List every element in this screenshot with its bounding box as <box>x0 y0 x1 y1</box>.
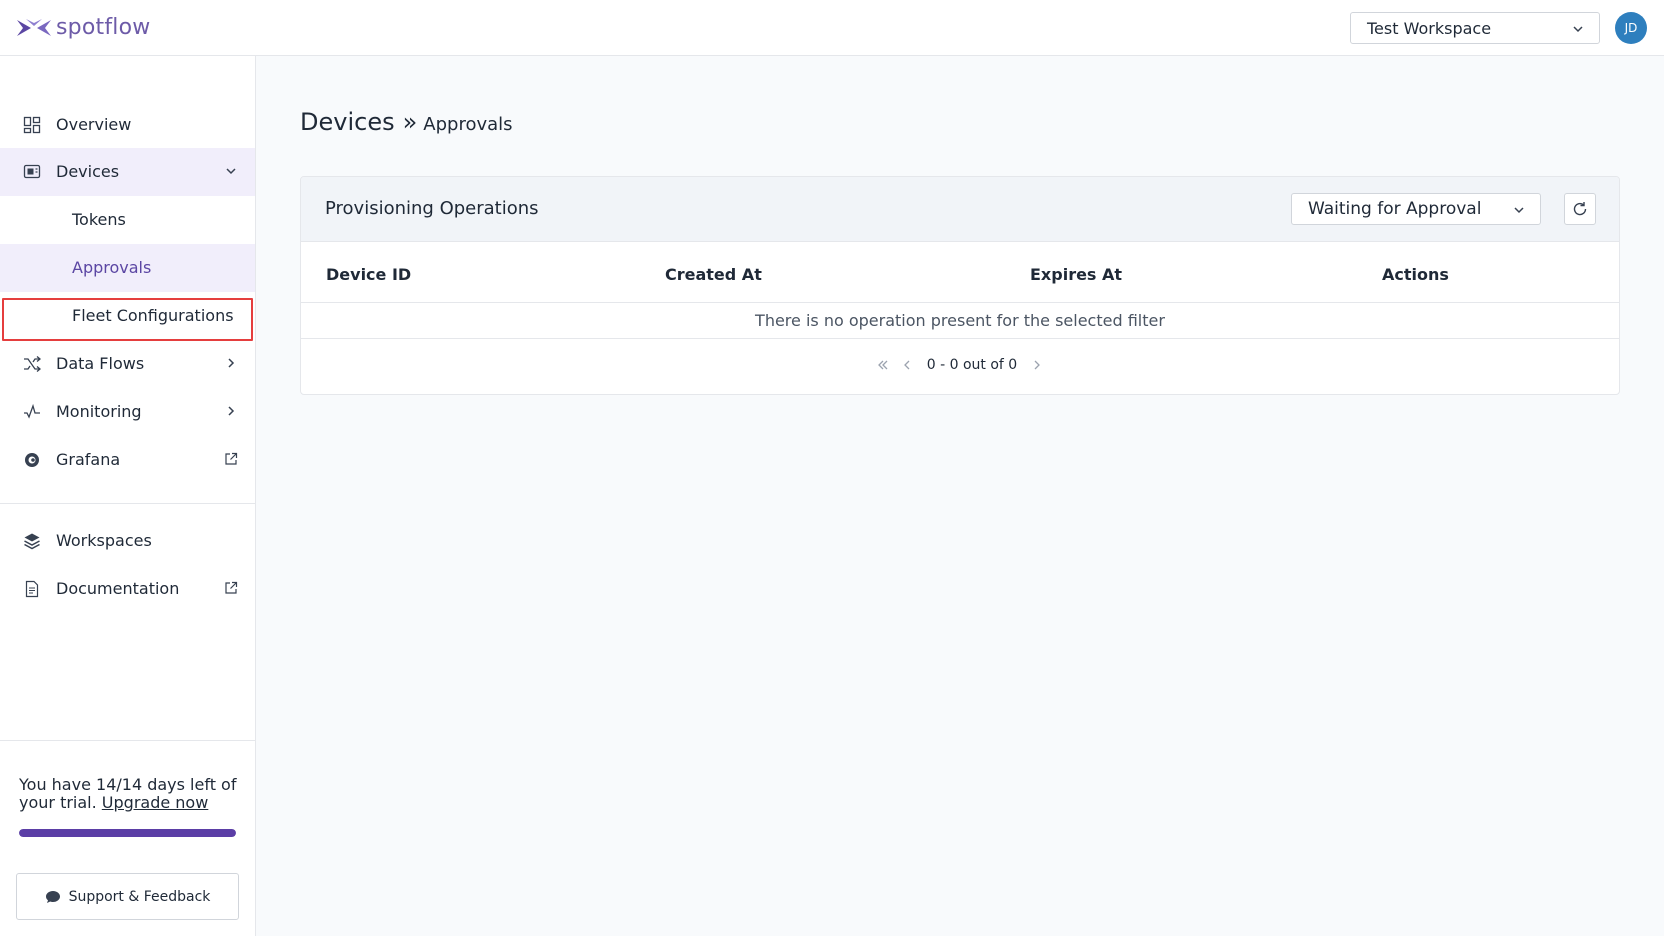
sidebar-item-monitoring[interactable]: Monitoring <box>0 388 255 436</box>
activity-icon <box>24 403 40 419</box>
pagination: 0 - 0 out of 0 <box>301 357 1619 373</box>
layers-icon <box>24 533 40 550</box>
sidebar-item-fleet-configurations[interactable]: Fleet Configurations <box>0 292 255 340</box>
chevron-down-icon <box>226 168 236 175</box>
grafana-icon <box>25 453 39 467</box>
sidebar-item-label: Grafana <box>56 450 121 469</box>
previous-page-icon[interactable] <box>900 358 914 372</box>
upgrade-link[interactable]: Upgrade now <box>102 793 209 812</box>
sidebar-item-overview[interactable]: Overview <box>0 101 255 149</box>
chevron-right-icon <box>228 358 235 368</box>
logo-text: spotflow <box>56 15 151 40</box>
shuffle-icon <box>24 356 41 372</box>
chevron-right-icon <box>228 406 235 416</box>
column-header-created-at[interactable]: Created At <box>665 265 762 284</box>
refresh-icon <box>1573 202 1587 216</box>
sidebar-item-approvals[interactable]: Approvals <box>0 244 255 292</box>
chevron-down-icon <box>1514 207 1524 214</box>
sidebar-item-grafana[interactable]: Grafana <box>0 436 255 484</box>
trial-progress-bar <box>19 829 236 837</box>
next-page-icon[interactable] <box>1030 358 1044 372</box>
empty-state-message: There is no operation present for the se… <box>755 311 1165 330</box>
breadcrumb: Devices » Approvals <box>300 108 513 136</box>
column-header-actions: Actions <box>1382 265 1449 284</box>
trial-notice: You have 14/14 days left of your trial. … <box>19 776 239 812</box>
breadcrumb-approvals: Approvals <box>423 114 513 135</box>
spotflow-logo-icon <box>17 18 51 36</box>
sidebar-item-label: Workspaces <box>56 531 152 550</box>
sidebar-item-label: Tokens <box>72 210 126 229</box>
chat-bubble-icon <box>45 890 60 903</box>
sidebar: Overview Devices Tokens Approvals Fleet … <box>0 56 256 936</box>
user-avatar[interactable]: JD <box>1615 12 1647 44</box>
support-button-label: Support & Feedback <box>68 888 211 905</box>
chevron-down-icon <box>1573 26 1583 33</box>
external-link-icon <box>225 581 238 594</box>
provisioning-operations-panel: Provisioning Operations Waiting for Appr… <box>300 176 1620 395</box>
external-link-icon <box>225 452 238 465</box>
grid-icon <box>23 116 41 134</box>
sidebar-item-label: Data Flows <box>56 354 145 373</box>
table-header-divider <box>301 302 1619 303</box>
device-icon <box>23 164 41 179</box>
sidebar-divider <box>0 503 255 504</box>
breadcrumb-devices[interactable]: Devices <box>300 108 395 136</box>
panel-header: Provisioning Operations Waiting for Appr… <box>301 177 1619 242</box>
document-icon <box>25 580 39 598</box>
sidebar-item-label: Devices <box>56 162 120 181</box>
sidebar-item-workspaces[interactable]: Workspaces <box>0 517 255 565</box>
trial-progress-fill <box>19 829 236 837</box>
pagination-range: 0 - 0 out of 0 <box>926 357 1018 373</box>
sidebar-item-devices[interactable]: Devices <box>0 148 255 196</box>
refresh-button[interactable] <box>1564 193 1596 225</box>
column-header-expires-at[interactable]: Expires At <box>1030 265 1122 284</box>
sidebar-item-tokens[interactable]: Tokens <box>0 196 255 244</box>
sidebar-item-label: Overview <box>56 115 132 134</box>
status-filter-value: Waiting for Approval <box>1308 199 1482 219</box>
table-row-divider <box>301 338 1619 339</box>
support-feedback-button[interactable]: Support & Feedback <box>16 873 239 920</box>
sidebar-divider <box>0 740 255 741</box>
spotflow-logo[interactable]: spotflow <box>16 15 150 40</box>
sidebar-item-documentation[interactable]: Documentation <box>0 565 255 613</box>
sidebar-item-label: Monitoring <box>56 402 142 421</box>
sidebar-item-label: Fleet Configurations <box>72 306 234 325</box>
top-bar: spotflow Test Workspace JD <box>0 0 1664 56</box>
first-page-icon[interactable] <box>876 358 890 372</box>
column-header-device-id[interactable]: Device ID <box>326 265 411 284</box>
panel-title: Provisioning Operations <box>325 198 539 219</box>
workspace-select-value: Test Workspace <box>1367 18 1492 38</box>
workspace-select[interactable]: Test Workspace <box>1350 12 1600 44</box>
sidebar-item-label: Documentation <box>56 579 180 598</box>
sidebar-item-label: Approvals <box>72 258 152 277</box>
sidebar-item-data-flows[interactable]: Data Flows <box>0 340 255 388</box>
status-filter-select[interactable]: Waiting for Approval <box>1291 193 1541 225</box>
breadcrumb-separator: » <box>402 108 418 136</box>
